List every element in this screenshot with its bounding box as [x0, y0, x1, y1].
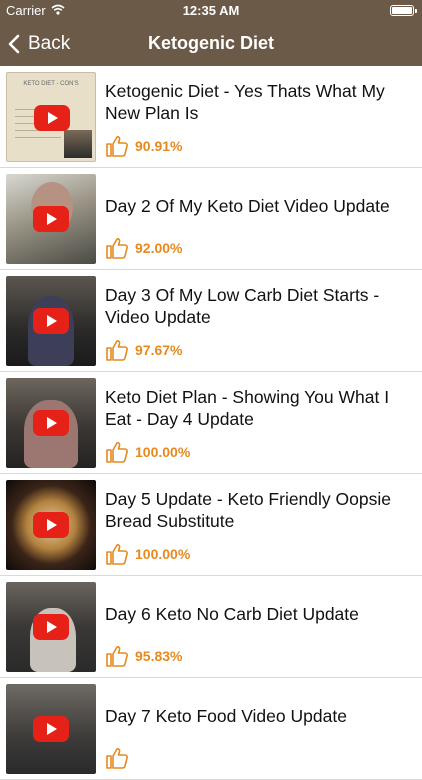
video-row[interactable]: Day 7 Keto Food Video Update	[0, 678, 422, 780]
video-row[interactable]: KETO DIET - CON'S Ketogenic Diet - Yes T…	[0, 66, 422, 168]
thumb-up-icon	[106, 238, 128, 259]
rating: 100.00%	[105, 542, 190, 566]
rating: 90.91%	[105, 134, 182, 158]
rating-value: 100.00%	[135, 444, 191, 460]
video-row[interactable]: Keto Diet Plan - Showing You What I Eat …	[0, 372, 422, 474]
video-thumbnail[interactable]	[6, 684, 96, 774]
thumb-up-icon	[106, 544, 128, 565]
video-title: Keto Diet Plan - Showing You What I Eat …	[105, 387, 390, 429]
video-thumbnail[interactable]	[6, 378, 96, 468]
video-title: Ketogenic Diet - Yes Thats What My New P…	[105, 81, 385, 123]
play-icon	[33, 512, 69, 538]
status-time: 12:35 AM	[182, 3, 240, 18]
video-row[interactable]: Day 2 Of My Keto Diet Video Update 92.00…	[0, 168, 422, 270]
rating-value: 100.00%	[135, 546, 191, 562]
play-icon	[33, 716, 69, 742]
status-bar: Carrier 12:35 AM	[0, 0, 422, 22]
play-icon	[33, 614, 69, 640]
video-title: Day 7 Keto Food Video Update	[105, 706, 347, 726]
video-title: Day 6 Keto No Carb Diet Update	[105, 604, 359, 624]
play-icon	[33, 206, 69, 232]
thumb-up-icon	[106, 340, 128, 361]
play-icon	[33, 410, 69, 436]
thumb-up-icon	[106, 646, 128, 667]
video-title: Day 2 Of My Keto Diet Video Update	[105, 196, 390, 216]
rating: 95.83%	[105, 644, 182, 668]
play-icon	[34, 105, 70, 131]
video-title: Day 5 Update - Keto Friendly Oopsie Brea…	[105, 489, 391, 531]
video-thumbnail[interactable]: KETO DIET - CON'S	[6, 72, 96, 162]
thumb-up-icon	[106, 442, 128, 463]
rating: 97.67%	[105, 338, 182, 362]
header: Carrier 12:35 AM Back Ketogenic Diet	[0, 0, 422, 66]
rating-value: 90.91%	[135, 138, 183, 154]
video-list: KETO DIET - CON'S Ketogenic Diet - Yes T…	[0, 66, 422, 780]
video-row[interactable]: Day 3 Of My Low Carb Diet Starts - Video…	[0, 270, 422, 372]
rating-value: 97.67%	[135, 342, 183, 358]
page-title: Ketogenic Diet	[147, 33, 275, 53]
battery-icon	[390, 5, 417, 16]
video-thumbnail[interactable]	[6, 582, 96, 672]
video-thumbnail[interactable]	[6, 174, 96, 264]
video-thumbnail[interactable]	[6, 480, 96, 570]
video-row[interactable]: Day 6 Keto No Carb Diet Update 95.83%	[0, 576, 422, 678]
rating: 92.00%	[105, 236, 182, 260]
video-title: Day 3 Of My Low Carb Diet Starts - Video…	[105, 285, 380, 327]
video-thumbnail[interactable]	[6, 276, 96, 366]
thumb-up-icon	[106, 136, 128, 157]
navigation-bar: Back Ketogenic Diet	[0, 22, 422, 66]
video-row[interactable]: Day 5 Update - Keto Friendly Oopsie Brea…	[0, 474, 422, 576]
play-icon	[33, 308, 69, 334]
rating-value: 95.83%	[135, 648, 183, 664]
rating-value: 92.00%	[135, 240, 183, 256]
presenter-inset	[64, 130, 92, 158]
rating: 100.00%	[105, 440, 190, 464]
slide-title: KETO DIET - CON'S	[23, 81, 79, 87]
